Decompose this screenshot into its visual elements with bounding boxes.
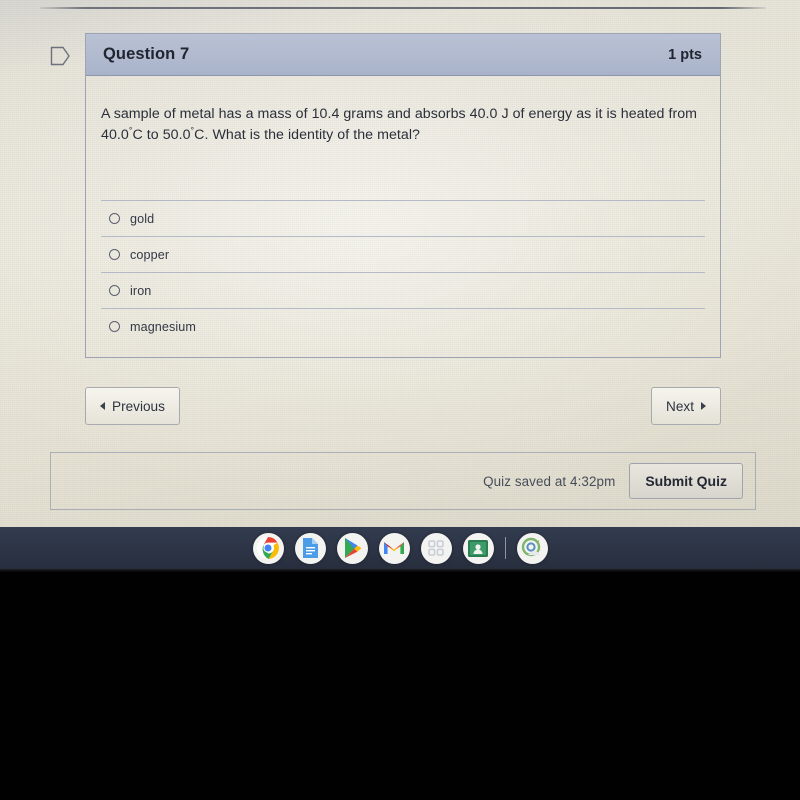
answer-option-gold[interactable]: gold xyxy=(101,200,705,236)
google-classroom-icon xyxy=(468,539,488,557)
flag-outline-icon[interactable] xyxy=(50,45,71,67)
screenshot-root: Question 7 1 pts A sample of metal has a… xyxy=(0,0,800,800)
app-launcher-icon xyxy=(428,540,444,556)
triangle-right-icon xyxy=(701,402,706,410)
answer-option-copper[interactable]: copper xyxy=(101,236,705,272)
question-title: Question 7 xyxy=(103,45,190,63)
answer-option-label: copper xyxy=(130,247,170,262)
question-text: A sample of metal has a mass of 10.4 gra… xyxy=(101,104,698,146)
radio-button-icon[interactable] xyxy=(109,321,120,332)
shelf-item-chrome[interactable] xyxy=(252,532,284,564)
question-card: Question 7 1 pts A sample of metal has a… xyxy=(85,33,721,358)
triangle-left-icon xyxy=(100,402,105,410)
next-question-button[interactable]: Next xyxy=(651,387,721,425)
previous-button-label: Previous xyxy=(112,398,165,414)
shelf-item-gmail[interactable] xyxy=(378,532,410,564)
radio-button-icon[interactable] xyxy=(109,249,120,260)
below-screen-area xyxy=(0,569,800,800)
google-docs-icon xyxy=(302,538,318,558)
answer-option-magnesium[interactable]: magnesium xyxy=(101,308,705,344)
quiz-saved-status: Quiz saved at 4:32pm xyxy=(483,473,616,489)
question-header: Question 7 1 pts xyxy=(86,34,720,76)
next-button-label: Next xyxy=(666,398,694,414)
answer-option-label: gold xyxy=(130,211,155,226)
question-text-line-2c: C. What is the identity of the metal? xyxy=(194,127,420,143)
radio-button-icon[interactable] xyxy=(109,285,120,296)
question-navigation: Previous Next xyxy=(85,387,721,425)
radio-button-icon[interactable] xyxy=(109,213,120,224)
answer-options-list: gold copper iron magnesium xyxy=(101,200,705,344)
question-text-line-2a: 40.0 xyxy=(101,127,129,143)
shelf-item-play-store[interactable] xyxy=(336,532,368,564)
top-divider xyxy=(40,7,766,9)
gmail-icon xyxy=(384,542,404,554)
question-text-line-1: A sample of metal has a mass of 10.4 gra… xyxy=(101,106,698,122)
shelf-item-app-launcher[interactable] xyxy=(420,532,452,564)
answer-option-iron[interactable]: iron xyxy=(101,272,705,308)
play-store-icon xyxy=(344,538,361,558)
shelf-item-google-docs[interactable] xyxy=(294,532,326,564)
shelf-item-google-classroom[interactable] xyxy=(462,532,494,564)
question-body: A sample of metal has a mass of 10.4 gra… xyxy=(86,76,720,146)
answer-option-label: magnesium xyxy=(130,319,196,334)
previous-question-button[interactable]: Previous xyxy=(85,387,180,425)
chromeos-shelf xyxy=(0,527,800,569)
quiz-page: Question 7 1 pts A sample of metal has a… xyxy=(0,0,800,527)
shelf-separator xyxy=(504,537,506,559)
submit-quiz-button[interactable]: Submit Quiz xyxy=(629,463,743,499)
recovery-sync-icon xyxy=(521,537,541,557)
shelf-item-recovery-sync[interactable] xyxy=(516,532,548,564)
chrome-icon xyxy=(257,537,279,559)
question-points: 1 pts xyxy=(668,46,702,63)
question-text-line-2b: C to 50.0 xyxy=(132,127,191,143)
answer-option-label: iron xyxy=(130,283,152,298)
quiz-submit-bar: Quiz saved at 4:32pm Submit Quiz xyxy=(50,452,756,510)
